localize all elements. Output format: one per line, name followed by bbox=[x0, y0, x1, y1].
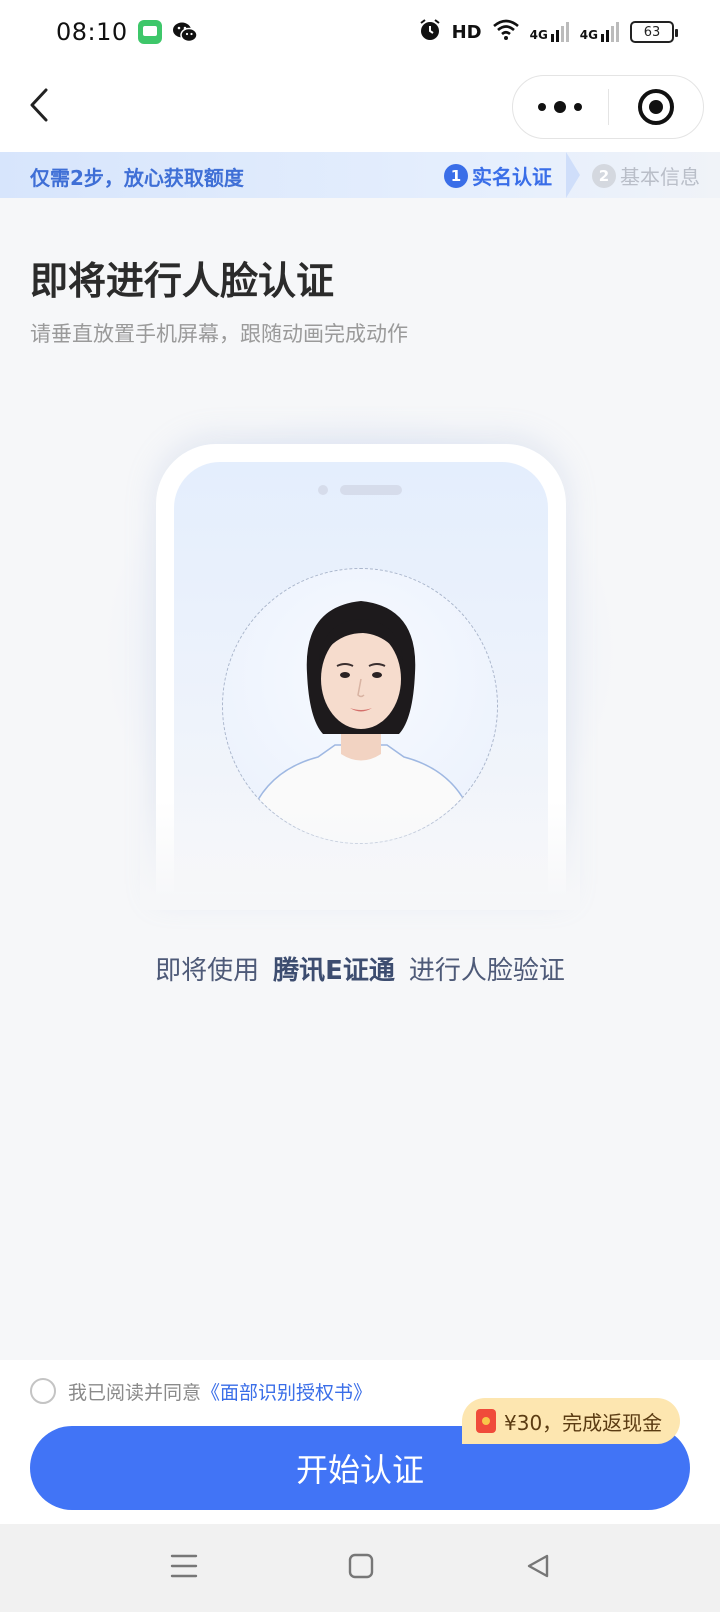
page-subtitle: 请垂直放置手机屏幕，跟随动画完成动作 bbox=[30, 322, 408, 346]
promo-text: ¥30，完成返现金 bbox=[504, 1410, 663, 1435]
hd-icon: HD bbox=[451, 21, 482, 43]
step-number: 1 bbox=[444, 163, 468, 188]
page-title: 即将进行人脸认证 bbox=[30, 259, 335, 303]
face-auth-agreement-link[interactable]: 《面部识别授权书》 bbox=[201, 1382, 372, 1404]
messages-app-icon bbox=[138, 20, 162, 44]
menu-lines-icon bbox=[170, 1553, 198, 1583]
step-realname: 1 实名认证 bbox=[444, 161, 552, 190]
provider-notice: 即将使用 腾讯E证通 进行人脸验证 bbox=[0, 950, 720, 987]
square-home-icon bbox=[348, 1553, 374, 1583]
status-bar: 08:10 HD 4G 4G 63 bbox=[0, 0, 720, 64]
cashback-promo-badge: ¥30，完成返现金 bbox=[462, 1398, 681, 1444]
step-label: 实名认证 bbox=[472, 165, 552, 189]
steps-tagline: 仅需2步，放心获取额度 bbox=[30, 166, 244, 190]
chevron-left-icon bbox=[28, 87, 50, 127]
status-icons: HD 4G 4G 63 bbox=[418, 18, 678, 46]
step-number: 2 bbox=[592, 163, 616, 188]
recent-apps-button[interactable] bbox=[162, 1546, 206, 1590]
alarm-icon bbox=[418, 18, 442, 46]
battery-icon: 63 bbox=[630, 21, 678, 43]
provider-name: 腾讯E证通 bbox=[273, 956, 395, 986]
signal-4g-icon: 4G bbox=[580, 22, 620, 42]
steps-banner: 仅需2步，放心获取额度 1 实名认证 2 基本信息 bbox=[0, 152, 720, 198]
triangle-back-icon bbox=[525, 1553, 551, 1583]
signal-4g-label: 4G bbox=[529, 28, 548, 42]
agreement-text: 我已阅读并同意《面部识别授权书》 bbox=[68, 1378, 372, 1405]
provider-suffix: 进行人脸验证 bbox=[408, 956, 565, 986]
more-button[interactable] bbox=[513, 76, 608, 138]
wifi-icon bbox=[492, 19, 520, 45]
nav-bar bbox=[0, 64, 720, 152]
back-button[interactable] bbox=[14, 82, 64, 132]
status-time: 08:10 bbox=[56, 18, 128, 46]
step-basic-info: 2 基本信息 bbox=[592, 161, 700, 190]
red-packet-icon bbox=[476, 1409, 496, 1433]
miniprogram-capsule bbox=[512, 75, 704, 139]
system-nav-bar bbox=[0, 1524, 720, 1612]
signal-4g-icon: 4G bbox=[530, 22, 570, 42]
close-miniprogram-button[interactable] bbox=[609, 76, 704, 138]
illustration-fade bbox=[140, 800, 580, 910]
phone-speaker bbox=[340, 485, 402, 495]
phone-camera bbox=[318, 485, 328, 495]
home-button[interactable] bbox=[339, 1546, 383, 1590]
agree-checkbox[interactable] bbox=[30, 1378, 56, 1404]
step-arrow bbox=[566, 152, 580, 198]
target-close-icon bbox=[637, 89, 674, 125]
more-dots-icon bbox=[534, 101, 586, 113]
signal-4g-label: 4G bbox=[579, 28, 598, 42]
agreement-prefix: 我已阅读并同意 bbox=[68, 1382, 202, 1404]
step-label: 基本信息 bbox=[620, 165, 700, 189]
system-back-button[interactable] bbox=[516, 1546, 560, 1590]
provider-prefix: 即将使用 bbox=[155, 956, 260, 986]
wechat-icon bbox=[172, 20, 198, 44]
